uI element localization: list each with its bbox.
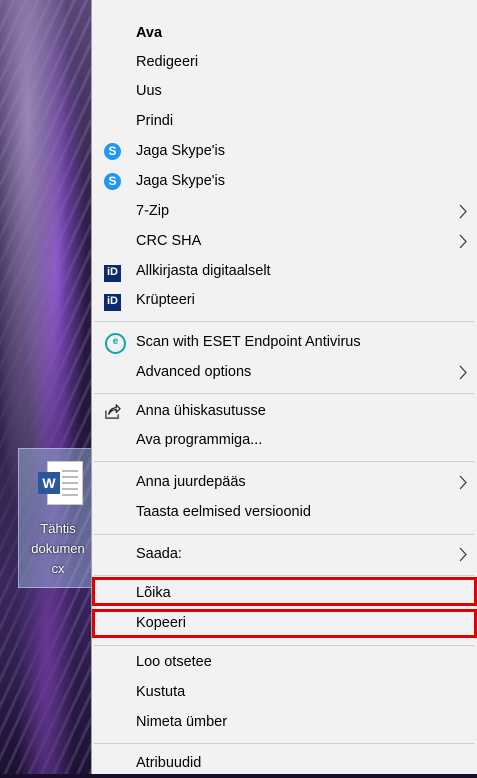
word-document-icon: W: [38, 461, 83, 505]
menu-item-rename[interactable]: Nimeta ümber: [92, 708, 476, 737]
skype-icon: S: [104, 143, 121, 160]
menu-item-open[interactable]: Ava: [92, 19, 476, 48]
menu-item-share-skype-2[interactable]: S Jaga Skype'is: [92, 167, 476, 196]
menu-item-eset-scan[interactable]: e Scan with ESET Endpoint Antivirus: [92, 328, 476, 357]
menu-item-encrypt[interactable]: iD Krüpteeri: [92, 286, 476, 315]
id-card-icon: iD: [104, 294, 121, 311]
menu-separator: [94, 321, 474, 322]
menu-separator: [94, 575, 474, 576]
context-menu: Ava Redigeeri Uus Prindi S Jaga Skype'is…: [91, 0, 477, 774]
menu-item-edit[interactable]: Redigeeri: [92, 48, 476, 77]
menu-item-delete[interactable]: Kustuta: [92, 678, 476, 707]
menu-item-crc-sha[interactable]: CRC SHA: [92, 227, 476, 256]
chevron-right-icon: [459, 234, 467, 249]
chevron-right-icon: [459, 365, 467, 380]
eset-icon: e: [105, 333, 126, 354]
id-card-icon: iD: [104, 265, 121, 282]
menu-item-share[interactable]: Anna ühiskasutusse: [92, 397, 476, 426]
menu-item-restore-versions[interactable]: Taasta eelmised versioonid: [92, 498, 476, 527]
chevron-right-icon: [459, 475, 467, 490]
desktop-file-label: Tähtis dokumen cx: [31, 521, 85, 576]
menu-item-cut[interactable]: Lõika: [92, 579, 476, 608]
skype-icon: S: [104, 173, 121, 190]
menu-item-give-access[interactable]: Anna juurdepääs: [92, 468, 476, 497]
menu-separator: [94, 534, 474, 535]
menu-item-create-shortcut[interactable]: Loo otsetee: [92, 648, 476, 677]
menu-item-sign-digitally[interactable]: iD Allkirjasta digitaalselt: [92, 257, 476, 286]
menu-item-print[interactable]: Prindi: [92, 107, 476, 136]
menu-item-open-with[interactable]: Ava programmiga...: [92, 426, 476, 455]
desktop-file-icon[interactable]: W Tähtis dokumen cx: [18, 448, 96, 588]
chevron-right-icon: [459, 547, 467, 562]
desktop-background: [0, 0, 92, 774]
menu-separator: [94, 461, 474, 462]
menu-item-7zip[interactable]: 7-Zip: [92, 197, 476, 226]
menu-item-copy[interactable]: Kopeeri: [92, 609, 476, 638]
share-icon: [105, 404, 121, 419]
menu-item-send-to[interactable]: Saada:: [92, 540, 476, 569]
menu-item-new[interactable]: Uus: [92, 77, 476, 106]
menu-item-share-skype-1[interactable]: S Jaga Skype'is: [92, 137, 476, 166]
menu-item-advanced-options[interactable]: Advanced options: [92, 358, 476, 387]
word-badge: W: [38, 472, 60, 494]
menu-separator: [94, 645, 474, 646]
chevron-right-icon: [459, 204, 467, 219]
menu-separator: [94, 743, 474, 744]
menu-separator: [94, 393, 474, 394]
